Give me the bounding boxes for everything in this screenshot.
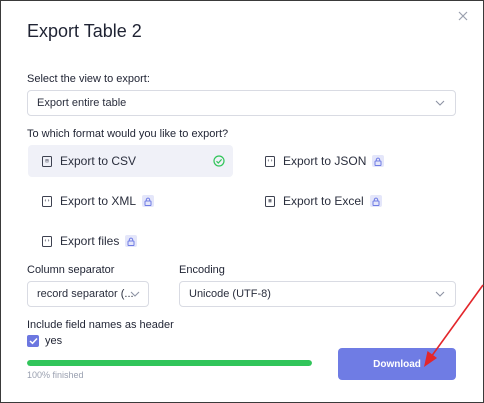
encoding-select-value: Unicode (UTF-8): [189, 288, 271, 300]
format-label: To which format would you like to export…: [27, 128, 229, 140]
progress-text: 100% finished: [27, 370, 84, 380]
export-dialog: Export Table 2 Select the view to export…: [0, 0, 484, 403]
format-option-csv[interactable]: ▤ Export to CSV: [28, 145, 233, 177]
format-option-label: Export to XML: [60, 194, 137, 208]
csv-file-icon: ▤: [42, 155, 52, 167]
header-checkbox[interactable]: [27, 335, 39, 347]
view-select-value: Export entire table: [37, 97, 127, 109]
close-icon[interactable]: [456, 9, 470, 23]
separator-select[interactable]: record separator (...: [27, 281, 149, 307]
format-option-json[interactable]: ‹› Export to JSON: [251, 145, 456, 177]
view-select[interactable]: Export entire table: [27, 90, 456, 116]
chevron-down-icon: [435, 100, 445, 106]
xml-file-icon: ‹›: [42, 195, 52, 207]
format-option-label: Export to JSON: [283, 154, 367, 168]
format-option-files[interactable]: ‹› Export files: [28, 225, 233, 257]
json-file-icon: ‹›: [265, 155, 275, 167]
separator-select-value: record separator (...: [37, 288, 134, 300]
encoding-label: Encoding: [179, 264, 225, 276]
header-checkbox-label: yes: [45, 335, 63, 347]
progress-bar-fill: [27, 360, 312, 366]
progress-bar: [27, 360, 312, 366]
format-option-excel[interactable]: ▦ Export to Excel: [251, 185, 456, 217]
header-label: Include field names as header: [27, 319, 174, 331]
lock-icon: [125, 235, 138, 247]
format-option-label: Export to CSV: [60, 154, 137, 168]
lock-icon: [142, 195, 155, 207]
separator-label: Column separator: [27, 264, 115, 276]
dialog-title: Export Table 2: [27, 21, 142, 41]
format-option-label: Export files: [60, 234, 120, 248]
annotation-arrow-icon: [424, 284, 484, 367]
format-option-xml[interactable]: ‹› Export to XML: [28, 185, 233, 217]
excel-file-icon: ▦: [265, 195, 275, 207]
checkmark-icon: [28, 337, 38, 345]
view-label: Select the view to export:: [27, 73, 150, 85]
check-circle-icon: [213, 155, 225, 167]
files-icon: ‹›: [42, 235, 52, 247]
lock-icon: [369, 195, 382, 207]
format-option-label: Export to Excel: [283, 194, 364, 208]
lock-icon: [372, 155, 385, 167]
chevron-down-icon: [130, 291, 140, 297]
